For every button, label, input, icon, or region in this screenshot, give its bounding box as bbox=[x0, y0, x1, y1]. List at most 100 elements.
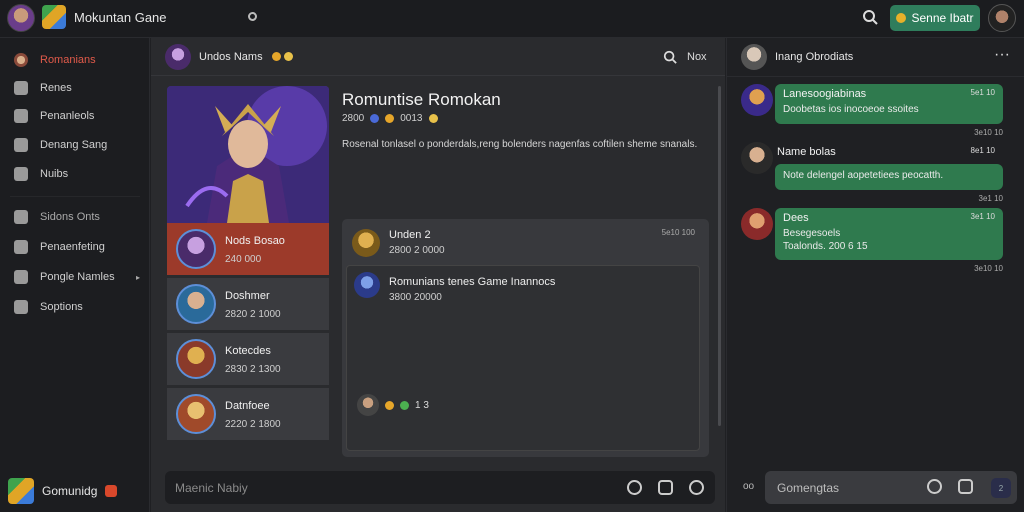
emoji-icon bbox=[272, 52, 281, 61]
sidebar-item-label: Penanleols bbox=[40, 110, 95, 122]
message-composer bbox=[165, 471, 715, 504]
list-item[interactable]: Nods Bosao 240 000 bbox=[167, 223, 329, 276]
emoji-icon bbox=[428, 114, 438, 123]
hero-character-image bbox=[167, 86, 329, 223]
list-item[interactable]: Doshmer 2820 2 1000 bbox=[167, 278, 329, 331]
coin-icon bbox=[896, 13, 907, 23]
message-author: Lanesoogiabinas bbox=[783, 88, 867, 100]
game-meta: 2830 2 1300 bbox=[225, 364, 281, 375]
message-stamp: 3e10 10 bbox=[974, 264, 1003, 273]
channel-avatar[interactable] bbox=[165, 44, 191, 70]
list-item[interactable]: Kotecdes 2830 2 1300 bbox=[167, 333, 329, 386]
message-bubble: Lanesoogiabinas Doobetas ios inocoeoe ss… bbox=[775, 84, 1003, 124]
post-time: 5e10 100 bbox=[661, 228, 695, 237]
channel-panel: Undos Nams Nox Nods Bosao 240 000 Doshme… bbox=[151, 38, 725, 512]
person-icon bbox=[14, 300, 28, 314]
profile-avatar[interactable] bbox=[7, 4, 35, 32]
chat-input[interactable] bbox=[765, 471, 915, 504]
sidebar-item-label: Nuibs bbox=[40, 168, 69, 180]
attach-icon[interactable]: oo bbox=[743, 481, 754, 492]
message-time: 5e1 10 bbox=[970, 88, 995, 97]
game-stats: 2800 0013 bbox=[342, 113, 438, 124]
more-link[interactable]: Nox bbox=[687, 51, 707, 63]
chat-panel: Inang Obrodiats ··· Lanesoogiabinas Doob… bbox=[726, 38, 1024, 512]
chat-icon[interactable] bbox=[958, 479, 973, 494]
send-button[interactable]: 2 bbox=[991, 478, 1011, 498]
scrollbar[interactable] bbox=[718, 86, 721, 426]
primary-action-button[interactable]: Senne Ibatr bbox=[890, 5, 980, 31]
message-time: 3e1 10 bbox=[970, 212, 995, 221]
emoji-icon bbox=[385, 114, 395, 123]
message-text: Toalonds. 200 6 15 bbox=[783, 241, 868, 252]
primary-action-label: Senne Ibatr bbox=[911, 11, 974, 25]
search-icon[interactable] bbox=[663, 50, 677, 64]
reply-post: Romunians tenes Game Inannocs 3800 20000… bbox=[346, 265, 700, 451]
post-meta: 2800 2 0000 bbox=[389, 245, 445, 256]
sidebar-item-label: Pongle Namles bbox=[40, 271, 115, 283]
sidebar-item-romanians[interactable]: Romanians bbox=[0, 47, 150, 73]
channel-header: Undos Nams Nox bbox=[151, 38, 725, 76]
gem-icon bbox=[370, 114, 380, 123]
target-icon bbox=[14, 240, 28, 254]
game-title: Romuntise Romokan bbox=[342, 90, 501, 109]
sidebar-item-renes[interactable]: Renes bbox=[0, 75, 150, 101]
sidebar-item-pongle-namles[interactable]: Pongle Namles ▸ bbox=[0, 264, 150, 290]
message-author: Dees bbox=[783, 212, 809, 224]
list-item[interactable]: Datnfoee 2220 2 1800 bbox=[167, 388, 329, 441]
sidebar-item-denang-sang[interactable]: Denang Sang bbox=[0, 132, 150, 158]
sidebar-item-penaenfeting[interactable]: Penaenfeting bbox=[0, 234, 150, 260]
puzzle-icon bbox=[14, 167, 28, 181]
x-icon bbox=[14, 138, 28, 152]
message-input[interactable] bbox=[165, 471, 605, 504]
sidebar-item-soptions[interactable]: Soptions bbox=[0, 294, 150, 320]
game-name: Datnfoee bbox=[225, 400, 270, 412]
reaction-bar[interactable]: 1 3 bbox=[357, 394, 429, 416]
chat-avatar[interactable] bbox=[741, 44, 767, 70]
reply-avatar[interactable] bbox=[354, 272, 380, 298]
emoji-icon bbox=[385, 400, 394, 410]
stat-value: 2800 bbox=[342, 113, 365, 124]
message-stamp: 3e1 10 bbox=[978, 194, 1003, 203]
reply-author[interactable]: Romunians tenes Game Inannocs bbox=[389, 276, 555, 288]
message-time: 8e1 10 bbox=[970, 146, 995, 155]
user-avatar[interactable] bbox=[988, 4, 1016, 32]
sidebar-item-label: Denang Sang bbox=[40, 139, 108, 151]
chat-icon[interactable] bbox=[658, 480, 673, 495]
search-icon[interactable] bbox=[862, 9, 878, 25]
message-header: Name bolas 8e1 10 bbox=[775, 142, 1003, 160]
community-link[interactable]: Gomunidg bbox=[8, 478, 118, 504]
sidebar-item-sidons-onts[interactable]: Sidons Onts bbox=[0, 204, 150, 230]
community-logo-icon bbox=[8, 478, 34, 504]
top-bar: Mokuntan Gane Senne Ibatr bbox=[0, 0, 1024, 38]
message-text: Note delengel aopetetiees peocatth. bbox=[783, 170, 944, 181]
author-name[interactable]: Unden 2 bbox=[389, 229, 431, 241]
star-icon bbox=[14, 210, 28, 224]
sidebar-item-nuibs[interactable]: Nuibs bbox=[0, 161, 150, 187]
game-meta: 2820 2 1000 bbox=[225, 309, 281, 320]
sidebar-item-label: Soptions bbox=[40, 301, 83, 313]
sidebar-item-label: Romanians bbox=[40, 54, 96, 66]
clock-icon[interactable] bbox=[627, 480, 642, 495]
message-avatar[interactable] bbox=[741, 84, 773, 116]
reply-meta: 3800 20000 bbox=[389, 292, 442, 303]
message-text: Doobetas ios inocoeoe ssoites bbox=[783, 104, 919, 115]
game-hero-image[interactable] bbox=[167, 86, 329, 223]
sidebar-item-penanleols[interactable]: Penanleols bbox=[0, 103, 150, 129]
game-name: Doshmer bbox=[225, 290, 270, 302]
reactor-avatar bbox=[357, 394, 379, 416]
emoji-picker-icon[interactable] bbox=[689, 480, 704, 495]
game-avatar bbox=[176, 339, 216, 379]
author-avatar[interactable] bbox=[352, 229, 380, 257]
app-logo-icon bbox=[42, 5, 66, 29]
status-ring-icon[interactable] bbox=[248, 12, 257, 21]
people-icon bbox=[14, 270, 28, 284]
game-avatar bbox=[176, 394, 216, 434]
shield-icon[interactable] bbox=[927, 479, 942, 494]
sidebar-item-label: Renes bbox=[40, 82, 72, 94]
leaf-icon bbox=[400, 400, 409, 410]
more-options-icon[interactable]: ··· bbox=[994, 46, 1010, 64]
message-avatar[interactable] bbox=[741, 208, 773, 240]
game-avatar bbox=[176, 284, 216, 324]
channel-title: Undos Nams bbox=[199, 51, 263, 63]
message-avatar[interactable] bbox=[741, 142, 773, 174]
